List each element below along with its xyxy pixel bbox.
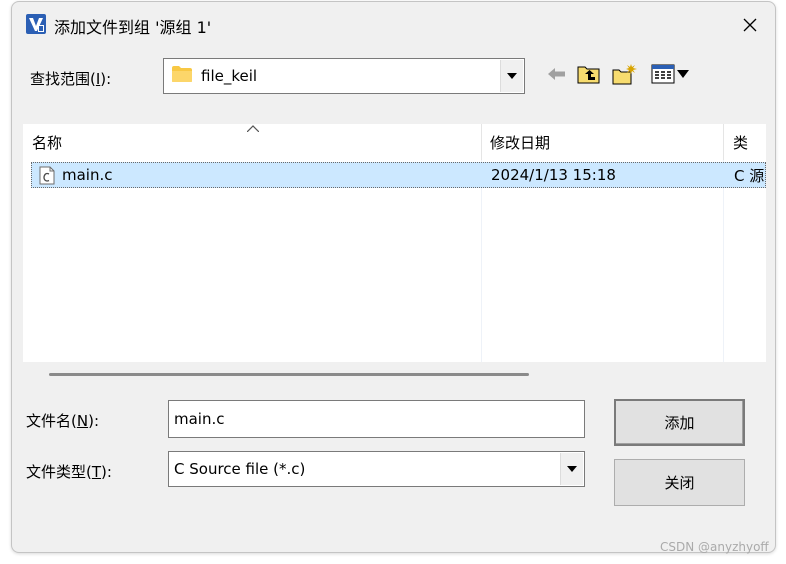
chevron-down-icon <box>567 466 577 472</box>
lookin-dropdown-button[interactable] <box>500 60 523 92</box>
list-item[interactable] <box>31 162 766 188</box>
back-arrow-icon <box>548 68 565 80</box>
chevron-down-icon <box>507 73 517 79</box>
new-folder-button[interactable] <box>612 62 638 86</box>
up-one-level-button[interactable] <box>576 62 602 86</box>
keil-app-icon <box>26 14 46 34</box>
file-type-cell: C 源 <box>734 166 765 185</box>
new-folder-icon <box>612 64 637 85</box>
filetype-dropdown-button[interactable] <box>560 453 583 485</box>
watermark: CSDN @anyzhyoff <box>660 540 769 554</box>
sort-ascending-icon <box>247 125 259 132</box>
view-menu-button[interactable] <box>648 62 692 86</box>
add-files-dialog: 添加文件到组 '源组 1' 查找范围(I): file_keil 名称 修改日期… <box>11 1 776 553</box>
folder-icon <box>172 66 192 82</box>
filetype-combobox[interactable]: C Source file (*.c) <box>168 451 585 487</box>
column-header-modified[interactable]: 修改日期 <box>490 124 550 160</box>
lookin-combobox[interactable]: file_keil <box>163 58 525 94</box>
file-list[interactable]: 名称 修改日期 类 main.c 2024/1/13 15:18 C 源 <box>23 124 766 362</box>
view-details-icon <box>651 64 675 84</box>
horizontal-scrollbar[interactable] <box>49 373 529 376</box>
chevron-down-icon <box>677 70 689 78</box>
c-file-icon <box>39 166 55 185</box>
column-separator[interactable] <box>723 124 724 160</box>
close-window-button[interactable] <box>725 2 775 48</box>
column-gridline <box>723 160 724 362</box>
filetype-label: 文件类型(T): <box>26 463 112 481</box>
file-name-cell: main.c <box>62 166 113 184</box>
column-header-name[interactable]: 名称 <box>32 124 62 160</box>
folder-up-icon <box>577 66 600 84</box>
lookin-value: file_keil <box>201 67 258 85</box>
filename-label: 文件名(N): <box>26 412 99 430</box>
file-modified-cell: 2024/1/13 15:18 <box>491 166 616 184</box>
title-bar: 添加文件到组 '源组 1' <box>12 2 775 48</box>
back-button[interactable] <box>545 62 569 86</box>
add-button[interactable]: 添加 <box>614 399 745 446</box>
column-separator[interactable] <box>481 124 482 160</box>
close-button[interactable]: 关闭 <box>614 459 745 506</box>
filetype-value: C Source file (*.c) <box>174 460 306 478</box>
column-gridline <box>481 160 482 362</box>
close-icon <box>743 18 757 32</box>
dialog-title: 添加文件到组 '源组 1' <box>54 18 212 37</box>
filename-input[interactable] <box>168 400 585 438</box>
lookin-label: 查找范围(I): <box>30 70 112 88</box>
column-header-type[interactable]: 类 <box>733 124 748 160</box>
